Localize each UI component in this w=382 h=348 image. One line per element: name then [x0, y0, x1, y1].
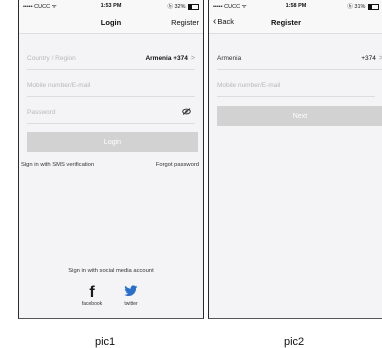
battery-status: ⓑ 31% — [324, 2, 379, 10]
password-input[interactable]: Password — [27, 101, 195, 124]
country-value: Armenia +374 — [145, 54, 188, 62]
country-code: +374 — [361, 54, 376, 62]
status-time: 1:58 PM — [285, 3, 307, 9]
sms-signin-link[interactable]: Sign in with SMS verification — [21, 162, 94, 168]
mobile-email-placeholder: Mobile number/E-mail — [217, 81, 281, 89]
nav-bar: ‹ Back Register — [209, 12, 382, 34]
register-link[interactable]: Register — [171, 18, 199, 27]
caption-right: pic2 — [284, 336, 305, 348]
register-screen: ••••• CUCC ᯤ 1:58 PM ⓑ 31% ‹ Back Regist… — [208, 0, 382, 319]
caption-left: pic1 — [95, 336, 116, 348]
country-name: Armenia — [217, 54, 242, 62]
eye-slash-icon[interactable] — [182, 107, 191, 117]
back-label: Back — [217, 17, 235, 26]
battery-status: ⓑ 32% — [140, 2, 200, 10]
back-button[interactable]: ‹ Back — [213, 15, 235, 27]
battery-icon — [188, 3, 200, 10]
status-bar: ••••• CUCC ᯤ 1:58 PM ⓑ 31% — [209, 0, 382, 12]
carrier-label: ••••• CUCC ᯤ — [23, 4, 57, 10]
nav-bar: Login Register — [19, 12, 203, 34]
password-placeholder: Password — [27, 108, 56, 116]
next-button[interactable]: Next — [217, 106, 382, 126]
facebook-login[interactable]: f facebook — [77, 284, 107, 308]
left-margin — [0, 0, 18, 318]
battery-icon — [367, 3, 379, 10]
country-region-label: Country / Region — [27, 54, 76, 62]
twitter-icon — [116, 285, 146, 301]
country-region-selector[interactable]: Armenia +374 > — [217, 47, 382, 70]
page-title: Register — [271, 18, 302, 27]
chevron-left-icon: ‹ — [213, 15, 217, 27]
twitter-label: twitter — [124, 301, 138, 307]
chevron-right-icon: > — [190, 54, 195, 62]
battery-percent: ⓑ 32% — [167, 4, 186, 10]
facebook-icon: f — [89, 284, 95, 301]
twitter-login[interactable]: twitter — [116, 285, 146, 307]
login-button[interactable]: Login — [27, 132, 198, 152]
mobile-email-input[interactable]: Mobile number/E-mail — [217, 74, 375, 97]
facebook-label: facebook — [81, 301, 103, 307]
forgot-password-link[interactable]: Forgot password — [156, 162, 199, 168]
country-region-selector[interactable]: Country / Region Armenia +374 > — [27, 47, 195, 70]
social-signin-title: Sign in with social media account — [68, 268, 154, 274]
carrier-label: ••••• CUCC ᯤ — [213, 4, 247, 10]
battery-percent: ⓑ 31% — [347, 4, 366, 10]
mobile-email-input[interactable]: Mobile number/E-mail — [27, 74, 195, 97]
login-screen: ••••• CUCC ᯤ 1:53 PM ⓑ 32% Login Registe… — [18, 0, 204, 319]
status-bar: ••••• CUCC ᯤ 1:53 PM ⓑ 32% — [19, 0, 203, 12]
mobile-email-placeholder: Mobile number/E-mail — [27, 81, 91, 89]
screenshot-frame: ••••• CUCC ᯤ 1:53 PM ⓑ 32% Login Registe… — [0, 0, 382, 348]
status-time: 1:53 PM — [100, 3, 122, 9]
